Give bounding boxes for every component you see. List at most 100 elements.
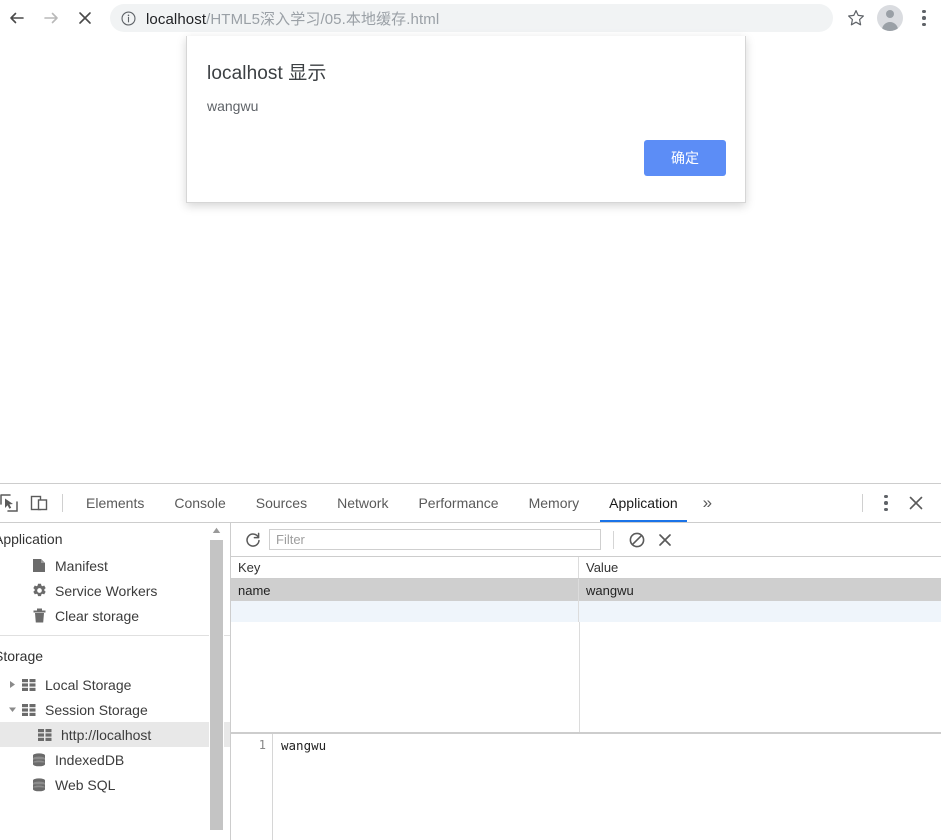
close-devtools-button[interactable]: [901, 488, 931, 518]
table-icon: [37, 727, 53, 743]
storage-table: Key Value name wangwu: [231, 557, 941, 733]
page-viewport: localhost 显示 wangwu 确定: [0, 36, 941, 483]
sidebar-item-label: Local Storage: [45, 676, 132, 693]
scrollbar-thumb[interactable]: [210, 540, 223, 830]
stop-button[interactable]: [68, 1, 102, 35]
devtools-more-options-button[interactable]: [871, 488, 901, 518]
sidebar-item-indexeddb[interactable]: IndexedDB: [0, 747, 230, 772]
tab-console[interactable]: Console: [159, 484, 240, 522]
inspect-element-button[interactable]: [0, 488, 24, 518]
profile-button[interactable]: [873, 1, 907, 35]
table-column-divider: [579, 622, 580, 732]
address-bar[interactable]: localhost/HTML5深入学习/05.本地缓存.html: [110, 4, 833, 32]
application-sidebar: Application Manifest Service Workers Cle…: [0, 523, 231, 840]
database-icon: [31, 752, 47, 768]
avatar: [877, 5, 903, 31]
info-circle-icon[interactable]: [120, 10, 137, 27]
table-row[interactable]: name wangwu: [231, 579, 941, 601]
tab-elements[interactable]: Elements: [71, 484, 159, 522]
chevron-right-icon[interactable]: [6, 679, 18, 691]
close-icon: [79, 12, 91, 24]
filter-input[interactable]: [269, 529, 601, 550]
tab-memory[interactable]: Memory: [514, 484, 595, 522]
table-row[interactable]: [231, 601, 941, 623]
trash-icon: [31, 608, 47, 624]
clear-all-button[interactable]: [623, 527, 651, 553]
device-toolbar-button[interactable]: [24, 488, 54, 518]
preview-line-number: 1: [231, 734, 273, 840]
tab-performance[interactable]: Performance: [403, 484, 513, 522]
cell-key[interactable]: [231, 601, 579, 623]
toolbar-divider-right: [862, 494, 863, 512]
table-icon: [21, 702, 37, 718]
value-preview-pane: 1 wangwu: [231, 733, 941, 840]
browser-toolbar: localhost/HTML5深入学习/05.本地缓存.html: [0, 0, 941, 36]
sidebar-item-label: Service Workers: [55, 582, 158, 599]
sidebar-item-service-workers[interactable]: Service Workers: [0, 578, 230, 603]
star-icon: [848, 10, 864, 26]
devtools-body: Application Manifest Service Workers Cle…: [0, 523, 941, 840]
chrome-menu-button[interactable]: [907, 1, 941, 35]
devtools-panel: Elements Console Sources Network Perform…: [0, 483, 941, 840]
back-arrow-icon: [10, 12, 24, 24]
sidebar-section-storage: Storage: [0, 648, 44, 664]
sidebar-item-label: Web SQL: [55, 776, 116, 793]
url-text: localhost/HTML5深入学习/05.本地缓存.html: [146, 8, 439, 29]
more-tabs-button[interactable]: »: [693, 484, 722, 522]
database-icon: [31, 777, 47, 793]
devtools-toolbar: Elements Console Sources Network Perform…: [0, 484, 941, 523]
sidebar-item-session-storage[interactable]: Session Storage: [0, 697, 230, 722]
more-vertical-icon: [922, 9, 926, 27]
devtools-tab-bar: Elements Console Sources Network Perform…: [71, 484, 722, 522]
sidebar-item-label: Clear storage: [55, 607, 140, 624]
close-icon: [909, 496, 923, 510]
url-host: localhost: [146, 10, 207, 28]
session-storage-panel: Key Value name wangwu: [231, 523, 941, 840]
avatar-body-icon: [882, 22, 898, 31]
inspect-element-icon: [0, 494, 18, 512]
document-icon: [31, 558, 47, 574]
clear-all-icon: [629, 532, 645, 547]
cell-key[interactable]: name: [231, 579, 579, 601]
chevron-down-icon[interactable]: [6, 704, 18, 716]
sidebar-item-label: IndexedDB: [55, 751, 125, 768]
table-empty-area: [231, 622, 941, 733]
tab-network[interactable]: Network: [322, 484, 403, 522]
storage-toolbar-divider: [613, 530, 614, 549]
refresh-button[interactable]: [239, 527, 267, 553]
dialog-ok-button[interactable]: 确定: [644, 140, 726, 176]
application-items: Manifest Service Workers Clear storage: [0, 553, 230, 628]
sidebar-item-web-sql[interactable]: Web SQL: [0, 772, 230, 797]
javascript-alert-dialog: localhost 显示 wangwu 确定: [186, 36, 746, 203]
tab-application[interactable]: Application: [594, 484, 693, 522]
forward-arrow-icon: [44, 12, 58, 24]
table-header: Key Value: [231, 557, 941, 579]
dialog-message: wangwu: [207, 98, 259, 114]
sidebar-scrollbar[interactable]: [209, 523, 224, 840]
avatar-head-icon: [886, 10, 894, 18]
browser-window: localhost/HTML5深入学习/05.本地缓存.html localho…: [0, 0, 941, 840]
delete-selected-icon: [659, 533, 671, 546]
sidebar-item-local-storage[interactable]: Local Storage: [0, 672, 230, 697]
sidebar-item-manifest[interactable]: Manifest: [0, 553, 230, 578]
column-header-value[interactable]: Value: [579, 557, 941, 578]
cell-value[interactable]: [579, 601, 941, 623]
back-button[interactable]: [0, 1, 34, 35]
url-path: /HTML5深入学习/05.本地缓存.html: [206, 10, 440, 28]
gear-icon: [31, 583, 47, 599]
forward-button[interactable]: [34, 1, 68, 35]
more-vertical-icon: [884, 494, 888, 512]
dialog-title: localhost 显示: [207, 63, 327, 84]
devtools-toolbar-right: [854, 488, 941, 518]
sidebar-item-label: http://localhost: [61, 726, 152, 743]
bookmark-button[interactable]: [839, 1, 873, 35]
cell-value[interactable]: wangwu: [579, 579, 941, 601]
delete-selected-button[interactable]: [651, 527, 679, 553]
sidebar-section-application: Application: [0, 531, 63, 547]
sidebar-item-localhost-origin[interactable]: http://localhost: [0, 722, 230, 747]
column-header-key[interactable]: Key: [231, 557, 579, 578]
tab-sources[interactable]: Sources: [241, 484, 322, 522]
sidebar-item-clear-storage[interactable]: Clear storage: [0, 603, 230, 628]
scroll-up-arrow-icon[interactable]: [209, 523, 224, 538]
preview-content: wangwu: [281, 738, 327, 753]
